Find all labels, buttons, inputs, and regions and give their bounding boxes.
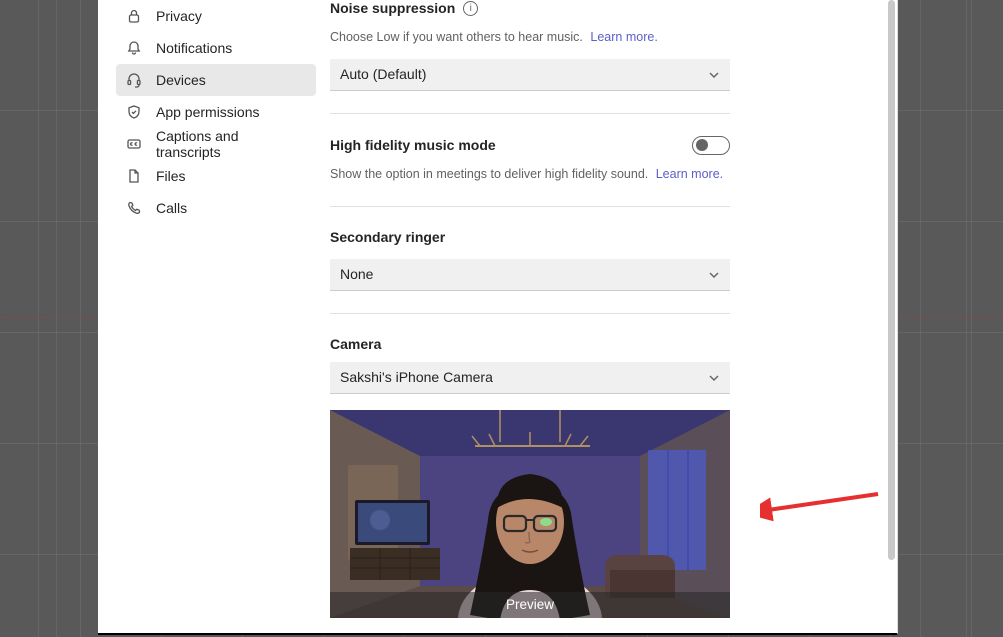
sidebar-item-app-permissions[interactable]: App permissions <box>116 96 316 128</box>
phone-icon <box>126 200 142 216</box>
noise-suppression-dropdown[interactable]: Auto (Default) <box>330 59 730 91</box>
sidebar-item-label: Notifications <box>156 40 232 56</box>
camera-dropdown[interactable]: Sakshi's iPhone Camera <box>330 362 730 394</box>
sidebar-item-devices[interactable]: Devices <box>116 64 316 96</box>
noise-suppression-title: Noise suppression i <box>330 0 478 16</box>
preview-label: Preview <box>330 592 730 618</box>
noise-suppression-desc: Choose Low if you want others to hear mu… <box>330 28 851 47</box>
sidebar-item-privacy[interactable]: Privacy <box>116 0 316 32</box>
scrollbar-thumb[interactable] <box>888 0 895 560</box>
scrollbar[interactable] <box>886 0 897 633</box>
bell-icon <box>126 40 142 56</box>
file-icon <box>126 168 142 184</box>
info-icon[interactable]: i <box>463 1 478 16</box>
learn-more-link[interactable]: Learn more. <box>656 167 723 181</box>
shield-icon <box>126 104 142 120</box>
camera-preview: Preview <box>330 410 730 618</box>
camera-title: Camera <box>330 336 381 352</box>
section-divider <box>330 113 730 114</box>
secondary-ringer-dropdown[interactable]: None <box>330 259 730 291</box>
sidebar-item-files[interactable]: Files <box>116 160 316 192</box>
hifi-toggle[interactable] <box>692 136 730 155</box>
settings-modal: Privacy Notifications Devices App permis… <box>98 0 898 635</box>
sidebar-item-label: App permissions <box>156 104 260 120</box>
sidebar-item-label: Captions and transcripts <box>156 128 306 160</box>
settings-sidebar: Privacy Notifications Devices App permis… <box>98 0 330 633</box>
chevron-down-icon <box>708 371 720 383</box>
sidebar-item-label: Calls <box>156 200 187 216</box>
dropdown-value: Sakshi's iPhone Camera <box>340 369 493 385</box>
settings-content: Noise suppression i Choose Low if you wa… <box>330 0 897 633</box>
sidebar-item-captions[interactable]: Captions and transcripts <box>116 128 316 160</box>
hifi-desc: Show the option in meetings to deliver h… <box>330 165 851 184</box>
learn-more-link[interactable]: Learn more. <box>590 30 657 44</box>
secondary-ringer-title: Secondary ringer <box>330 229 445 245</box>
section-divider <box>330 206 730 207</box>
chevron-down-icon <box>708 68 720 80</box>
sidebar-item-label: Privacy <box>156 8 202 24</box>
chevron-down-icon <box>708 268 720 280</box>
hifi-title: High fidelity music mode <box>330 137 496 153</box>
sidebar-item-label: Devices <box>156 72 206 88</box>
section-divider <box>330 313 730 314</box>
lock-icon <box>126 8 142 24</box>
dropdown-value: Auto (Default) <box>340 66 426 82</box>
headset-icon <box>126 72 142 88</box>
sidebar-item-calls[interactable]: Calls <box>116 192 316 224</box>
sidebar-item-label: Files <box>156 168 186 184</box>
dropdown-value: None <box>340 266 373 282</box>
cc-icon <box>126 136 142 152</box>
sidebar-item-notifications[interactable]: Notifications <box>116 32 316 64</box>
